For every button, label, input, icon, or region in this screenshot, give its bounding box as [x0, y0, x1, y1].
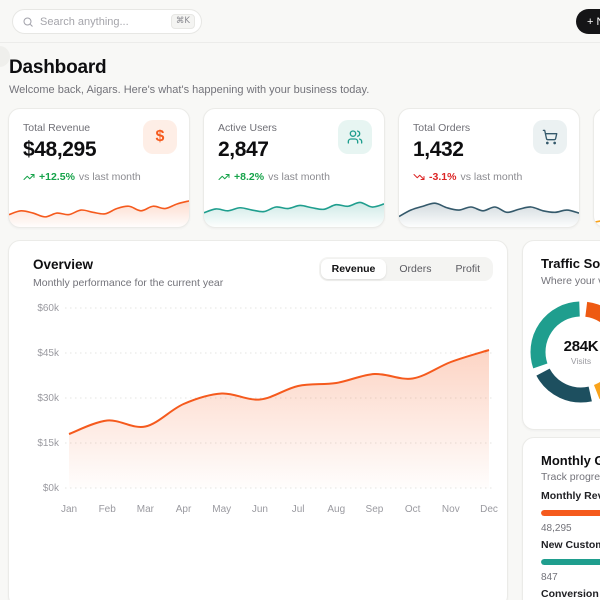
- stat-label: Total Orders: [413, 122, 471, 134]
- keyboard-shortcut-badge: ⌘K: [170, 14, 195, 29]
- goal-progress-fill: [541, 559, 600, 565]
- svg-text:Jun: Jun: [252, 504, 268, 515]
- svg-text:Jan: Jan: [61, 504, 77, 515]
- tab-orders[interactable]: Orders: [388, 259, 442, 279]
- traffic-subtitle: Where your visitors come from: [541, 275, 600, 287]
- tab-revenue[interactable]: Revenue: [320, 259, 387, 279]
- tab-profit[interactable]: Profit: [444, 259, 491, 279]
- overview-card: Overview Monthly performance for the cur…: [8, 240, 508, 600]
- stat-value: 1,432: [413, 138, 464, 161]
- traffic-donut-chart: [530, 301, 600, 403]
- svg-text:Feb: Feb: [99, 504, 117, 515]
- goal-value: 847: [541, 572, 558, 583]
- search-input[interactable]: Search anything... ⌘K: [12, 9, 202, 34]
- svg-text:$30k: $30k: [37, 393, 60, 404]
- topbar: Search anything... ⌘K + New: [0, 0, 600, 43]
- goals-title: Monthly Goals: [541, 453, 600, 468]
- stat-card-active-users: Active Users 2,847 +8.2% vs last month: [203, 108, 385, 228]
- search-placeholder: Search anything...: [40, 15, 129, 28]
- goal-label: Monthly Revenue: [541, 490, 600, 502]
- svg-text:Jul: Jul: [292, 504, 305, 515]
- goal-conversion-rate: Conversion Rate 3.2%: [541, 588, 600, 600]
- goal-value: 48,295: [541, 523, 572, 534]
- goal-progress-track: [541, 510, 600, 516]
- stat-label: Total Revenue: [23, 122, 91, 134]
- svg-text:Apr: Apr: [176, 504, 192, 515]
- monthly-goals-card: Monthly Goals Track progress towards you…: [522, 437, 600, 600]
- goal-monthly-revenue: Monthly Revenue 48,295: [541, 490, 600, 534]
- page-title: Dashboard: [9, 57, 107, 78]
- goal-progress-fill: [541, 510, 600, 516]
- dollar-icon: $: [143, 120, 177, 154]
- users-icon: [338, 120, 372, 154]
- stat-value: 2,847: [218, 138, 269, 161]
- svg-text:$60k: $60k: [37, 303, 60, 314]
- svg-text:$45k: $45k: [37, 348, 60, 359]
- goal-label: Conversion Rate: [541, 588, 600, 600]
- svg-text:Aug: Aug: [327, 504, 345, 515]
- sparkline-chart: [594, 220, 600, 227]
- sparkline-chart: [399, 202, 579, 227]
- svg-text:Nov: Nov: [442, 504, 460, 515]
- traffic-sources-card: Traffic Sources Where your visitors come…: [522, 240, 600, 430]
- svg-text:$15k: $15k: [37, 438, 60, 449]
- cart-icon: [533, 120, 567, 154]
- new-button[interactable]: + New: [576, 9, 600, 34]
- sparkline-chart: [9, 200, 189, 227]
- goal-label: New Customers: [541, 539, 600, 551]
- stat-card-profit: Profit 2,156 +4.3% vs last month: [593, 108, 600, 228]
- svg-text:$0k: $0k: [43, 483, 60, 494]
- goals-subtitle: Track progress towards your targets: [541, 471, 600, 483]
- page-subtitle: Welcome back, Aigars. Here's what's happ…: [9, 84, 370, 96]
- stat-card-total-orders: Total Orders 1,432 -3.1% vs last month: [398, 108, 580, 228]
- stat-value: $48,295: [23, 138, 97, 161]
- sparkline-chart: [204, 201, 384, 227]
- svg-text:Mar: Mar: [137, 504, 155, 515]
- revenue-area-chart: $0k $15k $30k $45k $60k Jan Feb Mar Apr May Jun Jul…: [37, 303, 498, 515]
- stat-label: Active Users: [218, 122, 277, 134]
- overview-subtitle: Monthly performance for the current year: [33, 277, 224, 289]
- overview-tab-group: Revenue Orders Profit: [318, 257, 493, 281]
- goal-progress-track: [541, 559, 600, 565]
- svg-text:Oct: Oct: [405, 504, 421, 515]
- svg-text:Dec: Dec: [480, 504, 498, 515]
- svg-text:Sep: Sep: [366, 504, 384, 515]
- search-icon: [23, 17, 33, 27]
- traffic-title: Traffic Sources: [541, 256, 600, 271]
- overview-title: Overview: [33, 257, 94, 272]
- svg-text:May: May: [212, 504, 231, 515]
- stat-card-total-revenue: Total Revenue $ $48,295 +12.5% vs last m…: [8, 108, 190, 228]
- goal-new-customers: New Customers 847: [541, 539, 600, 583]
